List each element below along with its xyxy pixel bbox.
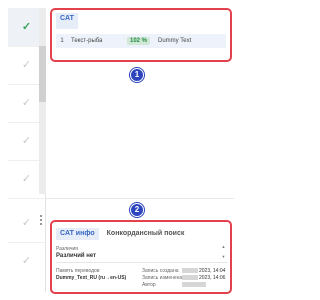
cat-panel: CAT 1 Текст-рыба 102 % Dummy Text	[50, 8, 232, 62]
info-scrollbar[interactable]: ▲ ▼	[221, 245, 226, 259]
tm-value: Dummy_Text_RU (ru→en-US)	[56, 275, 127, 281]
match-text: Текст-рыба	[71, 38, 103, 44]
callout-badge-1: 1	[130, 68, 144, 82]
divider	[56, 262, 228, 263]
match-index: 1	[60, 38, 64, 44]
author-value	[182, 282, 207, 288]
check-icon: ✓	[21, 96, 32, 109]
check-icon: ✓	[21, 20, 32, 33]
tab-cat-info[interactable]: CAT инфо	[56, 228, 99, 240]
tm-label: Память переводов	[56, 268, 100, 274]
panel-divider	[46, 198, 234, 199]
tab-cat[interactable]: CAT	[56, 13, 78, 29]
redacted-date	[182, 268, 198, 274]
diff-label: Различия	[56, 246, 78, 252]
check-icon: ✓	[21, 134, 32, 147]
match-percent-badge: 102 %	[127, 37, 151, 45]
scroll-down-icon[interactable]: ▼	[222, 255, 226, 259]
created-value: 2023, 14:04	[182, 268, 225, 274]
resize-handle-icon[interactable]	[40, 215, 44, 225]
cat-match-row[interactable]: 1 Текст-рыба 102 % Dummy Text	[56, 34, 226, 48]
modified-value: 2023, 14:06	[182, 275, 225, 281]
check-icon: ✓	[21, 216, 32, 229]
info-tabs: CAT инфо Конкордансный поиск	[56, 228, 184, 240]
cat-info-panel: CAT инфо Конкордансный поиск Различия Ра…	[50, 220, 232, 294]
segment-row[interactable]: ✓	[8, 242, 45, 280]
scroll-up-icon[interactable]: ▲	[222, 245, 226, 249]
modified-label: Запись изменена	[142, 275, 183, 281]
redacted-date	[182, 275, 198, 281]
check-icon: ✓	[21, 172, 32, 185]
created-label: Запись создана	[142, 268, 179, 274]
tab-concordance-search[interactable]: Конкордансный поиск	[107, 229, 185, 239]
callout-badge-2: 2	[130, 203, 144, 217]
scrollbar-thumb[interactable]	[39, 46, 46, 102]
author-label: Автор	[142, 282, 156, 288]
check-icon: ✓	[21, 58, 32, 71]
diff-value: Различий нет	[56, 253, 97, 259]
redacted-author	[182, 282, 206, 288]
match-source: Dummy Text	[158, 38, 192, 44]
editor-scrollbar[interactable]	[39, 8, 46, 194]
check-icon: ✓	[21, 254, 32, 267]
